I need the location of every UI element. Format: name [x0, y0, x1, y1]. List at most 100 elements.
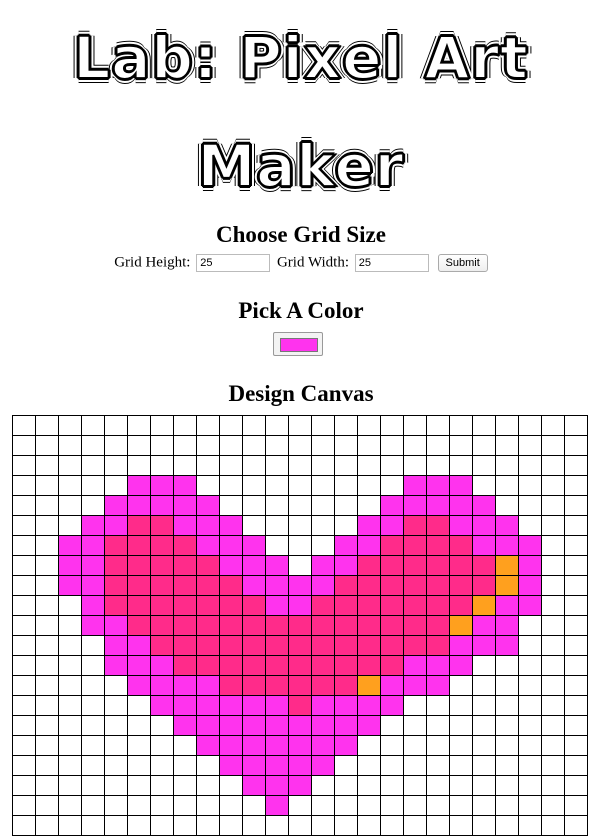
- canvas-cell[interactable]: [104, 675, 128, 696]
- canvas-cell[interactable]: [541, 675, 565, 696]
- canvas-cell[interactable]: [472, 655, 496, 676]
- canvas-cell[interactable]: [150, 515, 174, 536]
- canvas-cell[interactable]: [564, 535, 588, 556]
- canvas-cell[interactable]: [311, 795, 335, 816]
- canvas-cell[interactable]: [311, 535, 335, 556]
- canvas-cell[interactable]: [150, 775, 174, 796]
- canvas-cell[interactable]: [380, 735, 404, 756]
- canvas-cell[interactable]: [127, 635, 151, 656]
- canvas-cell[interactable]: [288, 495, 312, 516]
- canvas-cell[interactable]: [449, 415, 473, 436]
- canvas-cell[interactable]: [173, 675, 197, 696]
- canvas-cell[interactable]: [334, 515, 358, 536]
- canvas-cell[interactable]: [334, 775, 358, 796]
- canvas-cell[interactable]: [288, 555, 312, 576]
- canvas-cell[interactable]: [518, 515, 542, 536]
- canvas-cell[interactable]: [495, 595, 519, 616]
- canvas-cell[interactable]: [380, 695, 404, 716]
- canvas-cell[interactable]: [127, 575, 151, 596]
- canvas-cell[interactable]: [127, 515, 151, 536]
- canvas-cell[interactable]: [426, 535, 450, 556]
- canvas-cell[interactable]: [150, 795, 174, 816]
- canvas-cell[interactable]: [380, 675, 404, 696]
- canvas-cell[interactable]: [380, 795, 404, 816]
- canvas-cell[interactable]: [127, 775, 151, 796]
- canvas-cell[interactable]: [495, 475, 519, 496]
- canvas-cell[interactable]: [81, 635, 105, 656]
- canvas-cell[interactable]: [518, 795, 542, 816]
- canvas-cell[interactable]: [127, 755, 151, 776]
- canvas-cell[interactable]: [173, 735, 197, 756]
- canvas-cell[interactable]: [541, 555, 565, 576]
- canvas-cell[interactable]: [173, 815, 197, 836]
- canvas-cell[interactable]: [150, 595, 174, 616]
- canvas-cell[interactable]: [104, 575, 128, 596]
- canvas-cell[interactable]: [403, 735, 427, 756]
- canvas-cell[interactable]: [265, 515, 289, 536]
- canvas-cell[interactable]: [518, 675, 542, 696]
- canvas-cell[interactable]: [12, 495, 36, 516]
- canvas-cell[interactable]: [334, 615, 358, 636]
- canvas-cell[interactable]: [380, 435, 404, 456]
- canvas-cell[interactable]: [564, 775, 588, 796]
- canvas-cell[interactable]: [173, 615, 197, 636]
- canvas-cell[interactable]: [58, 735, 82, 756]
- canvas-cell[interactable]: [357, 475, 381, 496]
- canvas-cell[interactable]: [127, 595, 151, 616]
- canvas-cell[interactable]: [242, 735, 266, 756]
- canvas-cell[interactable]: [58, 595, 82, 616]
- canvas-cell[interactable]: [403, 775, 427, 796]
- canvas-cell[interactable]: [495, 615, 519, 636]
- canvas-cell[interactable]: [518, 755, 542, 776]
- canvas-cell[interactable]: [81, 675, 105, 696]
- canvas-cell[interactable]: [150, 655, 174, 676]
- canvas-cell[interactable]: [127, 795, 151, 816]
- canvas-cell[interactable]: [58, 695, 82, 716]
- canvas-cell[interactable]: [334, 815, 358, 836]
- canvas-cell[interactable]: [242, 695, 266, 716]
- canvas-cell[interactable]: [12, 415, 36, 436]
- canvas-cell[interactable]: [403, 595, 427, 616]
- canvas-cell[interactable]: [380, 755, 404, 776]
- canvas-cell[interactable]: [518, 815, 542, 836]
- grid-height-input[interactable]: [196, 254, 271, 272]
- canvas-cell[interactable]: [35, 795, 59, 816]
- canvas-cell[interactable]: [334, 755, 358, 776]
- canvas-cell[interactable]: [541, 615, 565, 636]
- canvas-cell[interactable]: [334, 655, 358, 676]
- canvas-cell[interactable]: [58, 475, 82, 496]
- canvas-cell[interactable]: [449, 775, 473, 796]
- canvas-cell[interactable]: [334, 715, 358, 736]
- canvas-cell[interactable]: [357, 495, 381, 516]
- canvas-cell[interactable]: [288, 735, 312, 756]
- canvas-cell[interactable]: [150, 815, 174, 836]
- canvas-cell[interactable]: [81, 715, 105, 736]
- canvas-cell[interactable]: [472, 615, 496, 636]
- canvas-cell[interactable]: [564, 755, 588, 776]
- canvas-cell[interactable]: [81, 415, 105, 436]
- color-picker[interactable]: [273, 332, 323, 356]
- canvas-cell[interactable]: [518, 775, 542, 796]
- canvas-cell[interactable]: [449, 535, 473, 556]
- canvas-cell[interactable]: [311, 555, 335, 576]
- canvas-cell[interactable]: [449, 635, 473, 656]
- canvas-cell[interactable]: [219, 435, 243, 456]
- canvas-cell[interactable]: [242, 595, 266, 616]
- canvas-cell[interactable]: [403, 415, 427, 436]
- canvas-cell[interactable]: [173, 415, 197, 436]
- canvas-cell[interactable]: [12, 695, 36, 716]
- canvas-cell[interactable]: [357, 795, 381, 816]
- canvas-cell[interactable]: [472, 775, 496, 796]
- canvas-cell[interactable]: [127, 415, 151, 436]
- canvas-cell[interactable]: [311, 615, 335, 636]
- canvas-cell[interactable]: [58, 555, 82, 576]
- canvas-cell[interactable]: [242, 655, 266, 676]
- canvas-cell[interactable]: [426, 775, 450, 796]
- canvas-cell[interactable]: [403, 675, 427, 696]
- canvas-cell[interactable]: [311, 775, 335, 796]
- canvas-cell[interactable]: [334, 595, 358, 616]
- canvas-cell[interactable]: [426, 495, 450, 516]
- canvas-cell[interactable]: [104, 475, 128, 496]
- canvas-cell[interactable]: [495, 435, 519, 456]
- canvas-cell[interactable]: [518, 415, 542, 436]
